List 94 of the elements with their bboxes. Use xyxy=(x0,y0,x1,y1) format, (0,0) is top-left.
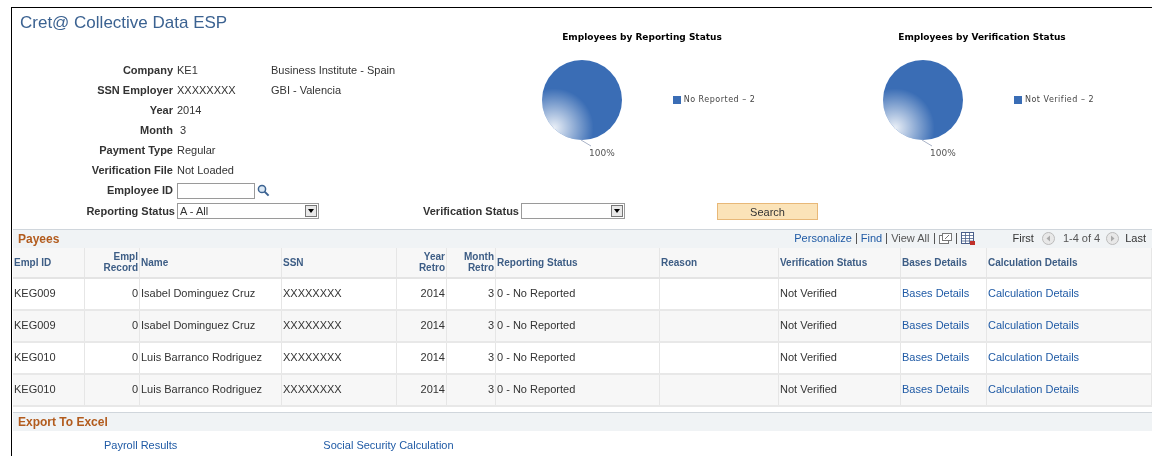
field-label: Verification File xyxy=(90,163,174,179)
grid-link[interactable]: Find xyxy=(860,230,883,247)
table-cell-text: 0 - No Reported xyxy=(497,350,576,366)
column-header: Empl ID xyxy=(13,247,85,277)
field-label: Verification Status xyxy=(422,203,520,219)
chart-title: Employees by Verification Status xyxy=(898,31,1066,44)
data-label: 100% xyxy=(588,147,615,158)
table-cell-text: 3 xyxy=(487,350,494,366)
field-value: KE1 xyxy=(177,63,199,79)
grid-link[interactable]: Personalize xyxy=(794,230,852,247)
table-cell-text: Not Verified xyxy=(780,318,837,334)
field-label: Company xyxy=(121,63,174,79)
column-header: Name xyxy=(140,247,282,277)
table-cell-text: 2014 xyxy=(420,286,445,302)
input-field[interactable] xyxy=(177,182,255,199)
field-value: XXXXXXXX xyxy=(177,83,237,99)
detail-link[interactable]: Calculation Details xyxy=(988,349,1080,366)
column-header: Empl Record xyxy=(85,247,140,277)
table-cell-text: XXXXXXXX xyxy=(283,382,342,398)
table-cell-text: XXXXXXXX xyxy=(283,350,342,366)
leader-line xyxy=(580,139,592,146)
column-header: Reason xyxy=(660,247,779,277)
detail-link[interactable]: Bases Details xyxy=(902,317,970,334)
table-cell-text: 3 xyxy=(487,318,494,334)
leader-line xyxy=(921,139,933,146)
grid-link[interactable]: View All xyxy=(891,230,930,247)
table-cell-text: 3 xyxy=(487,382,494,398)
table-cell-text: 3 xyxy=(487,286,494,302)
dropdown-field[interactable] xyxy=(521,203,625,219)
table-cell-text: Luis Barranco Rodriguez xyxy=(141,350,263,366)
new-window-icon[interactable] xyxy=(938,233,952,244)
table-cell-text: Not Verified xyxy=(780,350,837,366)
detail-link[interactable]: Calculation Details xyxy=(988,317,1080,334)
table-cell-text: 2014 xyxy=(420,318,445,334)
table-cell-text: Isabel Dominguez Cruz xyxy=(141,318,256,334)
search-icon[interactable] xyxy=(257,184,270,197)
table-cell-text: KEG010 xyxy=(14,350,56,366)
detail-link[interactable]: Bases Details xyxy=(902,349,970,366)
table-cell-text: XXXXXXXX xyxy=(283,286,342,302)
section-title: Payees xyxy=(18,230,60,248)
column-header: Year Retro xyxy=(397,247,447,277)
table-cell-text: Not Verified xyxy=(780,286,837,302)
column-header: Calculation Details xyxy=(987,247,1152,277)
export-link[interactable]: Payroll Results xyxy=(104,437,178,454)
table-cell-text: KEG010 xyxy=(14,382,56,398)
export-link[interactable]: Social Security Calculation xyxy=(323,437,454,454)
column-header: Verification Status xyxy=(779,247,901,277)
field-value: 3 xyxy=(179,123,188,139)
page-title: Cret@ Collective Data ESP xyxy=(20,12,229,34)
field-label: Payment Type xyxy=(98,143,174,159)
chart-title: Employees by Reporting Status xyxy=(562,31,722,44)
field-label: SSN Employer xyxy=(96,83,174,99)
table-cell-text: 0 xyxy=(131,382,138,398)
field-value: Not Loaded xyxy=(177,163,235,179)
spreadsheet-icon[interactable] xyxy=(960,232,975,245)
field-label: Reporting Status xyxy=(85,203,176,219)
field-value: 2014 xyxy=(177,103,203,119)
field-label: Employee ID xyxy=(105,183,174,199)
pager-range: 1-4 of 4 xyxy=(1062,231,1101,247)
legend-label: Not Verified – 2 xyxy=(1024,93,1095,106)
dropdown-field[interactable]: A - All xyxy=(177,203,319,219)
pager-label: Last xyxy=(1125,231,1146,247)
table-cell-text: 0 xyxy=(131,350,138,366)
column-header: Bases Details xyxy=(901,247,987,277)
legend-label: No Reported – 2 xyxy=(683,93,756,106)
table-cell-text: 0 xyxy=(131,318,138,334)
field-value: Regular xyxy=(177,143,217,159)
detail-link[interactable]: Bases Details xyxy=(902,285,970,302)
table-cell-text: XXXXXXXX xyxy=(283,318,342,334)
table-cell-text: 0 - No Reported xyxy=(497,286,576,302)
pager-label: First xyxy=(1012,231,1034,247)
detail-link[interactable]: Calculation Details xyxy=(988,381,1080,398)
field-label: Month xyxy=(139,123,174,139)
data-label: 100% xyxy=(929,147,956,158)
table-cell-text: 0 - No Reported xyxy=(497,318,576,334)
table-cell-text: 2014 xyxy=(420,382,445,398)
table-cell-text: KEG009 xyxy=(14,286,56,302)
table-cell-text: 2014 xyxy=(420,350,445,366)
detail-link[interactable]: Bases Details xyxy=(902,381,970,398)
table-cell-text: KEG009 xyxy=(14,318,56,334)
table-cell-text: Luis Barranco Rodriguez xyxy=(141,382,263,398)
table-cell-text: 0 xyxy=(131,286,138,302)
field-description: Business Institute - Spain xyxy=(271,63,396,79)
column-header: SSN xyxy=(282,247,397,277)
column-header: Month Retro xyxy=(447,247,496,277)
field-label: Year xyxy=(148,103,174,119)
column-header: Reporting Status xyxy=(496,247,660,277)
table-cell-text: Not Verified xyxy=(780,382,837,398)
table-cell-text: 0 - No Reported xyxy=(497,382,576,398)
field-description: GBI - Valencia xyxy=(271,83,342,99)
table-cell-text: Isabel Dominguez Cruz xyxy=(141,286,256,302)
search-button[interactable]: Search xyxy=(717,202,818,220)
detail-link[interactable]: Calculation Details xyxy=(988,285,1080,302)
section-title: Export To Excel xyxy=(18,413,108,431)
